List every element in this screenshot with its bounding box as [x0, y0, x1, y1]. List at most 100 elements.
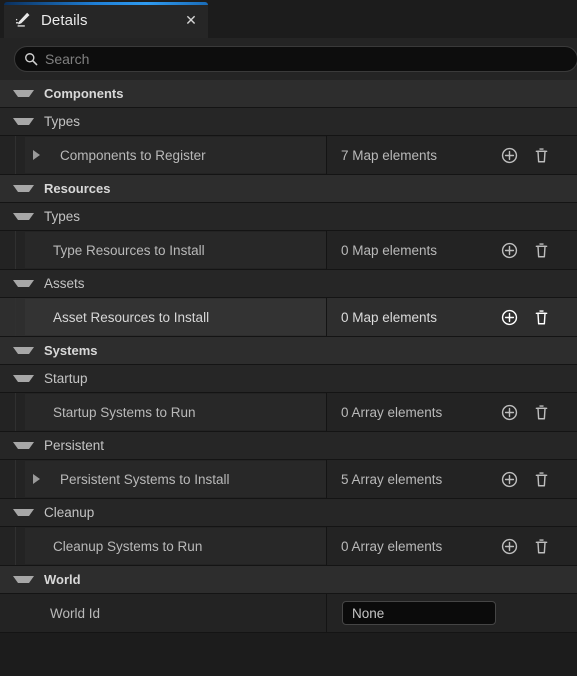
- element-count-text: 5 Array elements: [341, 471, 443, 487]
- details-property-tree: Components Types Components to Register 7 M…: [0, 80, 577, 633]
- property-world-id[interactable]: World Id None: [0, 594, 577, 633]
- property-asset-resources-to-install[interactable]: Asset Resources to Install 0 Map elements: [0, 298, 577, 337]
- triangle-down-icon[interactable]: [13, 185, 34, 192]
- row-label: World Id: [50, 605, 101, 621]
- property-value-cell: 0 Map elements: [326, 298, 577, 336]
- triangle-down-icon[interactable]: [13, 375, 34, 382]
- row-label: Components to Register: [60, 147, 206, 163]
- triangle-down-icon[interactable]: [13, 213, 34, 220]
- remove-elements-button[interactable]: [532, 403, 551, 422]
- row-label: Persistent Systems to Install: [60, 471, 230, 487]
- search-box[interactable]: [14, 46, 577, 72]
- property-value-cell: [326, 432, 577, 459]
- property-persistent-systems-to-install[interactable]: Persistent Systems to Install 5 Array ele…: [0, 460, 577, 499]
- property-name-cell: Persistent Systems to Install: [0, 460, 326, 498]
- property-name-cell: Assets: [0, 270, 326, 297]
- group-systems-startup[interactable]: Startup: [0, 365, 577, 393]
- property-value-cell: 0 Map elements: [326, 231, 577, 269]
- property-name-cell: Components: [0, 80, 326, 107]
- row-label: Startup Systems to Run: [53, 404, 196, 420]
- tab-title: Details: [41, 11, 88, 29]
- property-type-resources-to-install[interactable]: Type Resources to Install 0 Map elements: [0, 231, 577, 270]
- group-resources-assets[interactable]: Assets: [0, 270, 577, 298]
- category-components[interactable]: Components: [0, 80, 577, 108]
- search-icon: [25, 53, 38, 66]
- add-element-button[interactable]: [500, 537, 519, 556]
- add-element-button[interactable]: [500, 308, 519, 327]
- tab-strip: Details ✕: [0, 0, 577, 38]
- row-label: Persistent: [44, 438, 105, 453]
- close-icon[interactable]: ✕: [182, 11, 200, 29]
- property-value-cell: [326, 566, 577, 593]
- row-actions: [500, 308, 577, 327]
- property-value-cell: [326, 175, 577, 202]
- element-count-text: 0 Map elements: [341, 242, 438, 258]
- triangle-right-icon[interactable]: [33, 474, 51, 484]
- remove-elements-button[interactable]: [532, 308, 551, 327]
- property-value-cell: 7 Map elements: [326, 136, 577, 174]
- row-label: Cleanup: [44, 505, 95, 520]
- triangle-down-icon[interactable]: [13, 509, 34, 516]
- triangle-down-icon[interactable]: [13, 347, 34, 354]
- add-element-button[interactable]: [500, 241, 519, 260]
- tab-active-accent: [4, 2, 208, 5]
- property-name-cell: Types: [0, 108, 326, 135]
- row-label: Assets: [44, 276, 85, 291]
- tab-details[interactable]: Details ✕: [4, 2, 208, 38]
- row-label: Resources: [44, 181, 111, 196]
- property-name-cell: Cleanup Systems to Run: [0, 527, 326, 565]
- row-label: Type Resources to Install: [53, 242, 205, 258]
- triangle-down-icon[interactable]: [13, 576, 34, 583]
- group-systems-persistent[interactable]: Persistent: [0, 432, 577, 460]
- property-value-cell: 0 Array elements: [326, 393, 577, 431]
- property-name-cell: Asset Resources to Install: [0, 298, 326, 336]
- row-actions: [500, 537, 577, 556]
- element-count-text: 0 Array elements: [341, 404, 443, 420]
- property-value-cell: [326, 365, 577, 392]
- row-actions: [500, 470, 577, 489]
- property-value-cell: 0 Array elements: [326, 527, 577, 565]
- row-label: Types: [44, 209, 81, 224]
- remove-elements-button[interactable]: [532, 470, 551, 489]
- property-name-cell: Startup: [0, 365, 326, 392]
- object-picker-field[interactable]: None: [342, 601, 496, 625]
- property-name-cell: World: [0, 566, 326, 593]
- details-pencil-icon: [15, 12, 30, 27]
- search-bar: [0, 38, 577, 80]
- property-value-cell: [326, 108, 577, 135]
- triangle-down-icon[interactable]: [13, 280, 34, 287]
- row-actions: [500, 146, 577, 165]
- property-name-cell: Types: [0, 203, 326, 230]
- triangle-right-icon[interactable]: [33, 150, 51, 160]
- property-value-cell: [326, 499, 577, 526]
- row-label: Asset Resources to Install: [53, 309, 210, 325]
- property-name-cell: Type Resources to Install: [0, 231, 326, 269]
- group-resources-types[interactable]: Types: [0, 203, 577, 231]
- property-value-cell: 5 Array elements: [326, 460, 577, 498]
- property-name-cell: Startup Systems to Run: [0, 393, 326, 431]
- property-value-cell: [326, 337, 577, 364]
- row-label: Startup: [44, 371, 88, 386]
- group-components-types[interactable]: Types: [0, 108, 577, 136]
- remove-elements-button[interactable]: [532, 241, 551, 260]
- element-count-text: 0 Array elements: [341, 538, 443, 554]
- property-name-cell: Components to Register: [0, 136, 326, 174]
- add-element-button[interactable]: [500, 470, 519, 489]
- property-cleanup-systems-to-run[interactable]: Cleanup Systems to Run 0 Array elements: [0, 527, 577, 566]
- add-element-button[interactable]: [500, 403, 519, 422]
- triangle-down-icon[interactable]: [13, 442, 34, 449]
- remove-elements-button[interactable]: [532, 537, 551, 556]
- remove-elements-button[interactable]: [532, 146, 551, 165]
- group-systems-cleanup[interactable]: Cleanup: [0, 499, 577, 527]
- category-systems[interactable]: Systems: [0, 337, 577, 365]
- triangle-down-icon[interactable]: [13, 118, 34, 125]
- search-input[interactable]: [45, 47, 577, 71]
- triangle-down-icon[interactable]: [13, 90, 34, 97]
- add-element-button[interactable]: [500, 146, 519, 165]
- property-startup-systems-to-run[interactable]: Startup Systems to Run 0 Array elements: [0, 393, 577, 432]
- element-count-text: 0 Map elements: [341, 309, 438, 325]
- category-resources[interactable]: Resources: [0, 175, 577, 203]
- row-label: World: [44, 572, 81, 587]
- property-components-to-register[interactable]: Components to Register 7 Map elements: [0, 136, 577, 175]
- category-world[interactable]: World: [0, 566, 577, 594]
